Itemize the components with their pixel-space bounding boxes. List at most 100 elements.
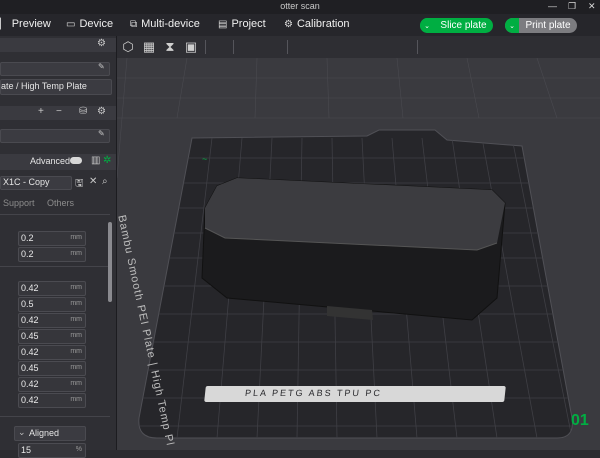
toolbar-divider-2	[233, 40, 234, 54]
3d-model[interactable]	[201, 177, 506, 321]
tab-preview-label: Preview	[11, 18, 51, 30]
tab-multi-device-label: Multi-device	[141, 18, 200, 30]
line-width-value-6: 0.45	[21, 363, 39, 373]
filament-section-header: + − ⛁ ⚙	[0, 106, 116, 120]
grid-icon[interactable]: ▦	[141, 39, 157, 55]
line-width-unit-5: mm	[70, 348, 82, 355]
line-width-value-3: 0.42	[21, 315, 39, 325]
process-section-header: Advanced ▥ ✲	[0, 154, 116, 170]
3d-viewport[interactable]: ⬡ ▦ ⧗ ▣ ~ Bambu Smooth PEI Plate | High …	[117, 36, 600, 450]
tab-project[interactable]: ▤ Project	[218, 18, 266, 30]
line-width-unit-2: mm	[70, 300, 82, 307]
preset-row: X1C - Copy 🖫 ✕ ⌕	[0, 176, 116, 190]
line-width-field-2[interactable]: 0.5 mm	[18, 297, 86, 312]
printer-section-header: ⚙	[0, 38, 116, 52]
arrange-icon[interactable]: ▣	[183, 39, 199, 55]
line-width-field-1[interactable]: 0.42 mm	[18, 281, 86, 296]
tab-device-label: Device	[79, 18, 114, 30]
window-title: otter scan	[280, 1, 320, 11]
print-dropdown-icon[interactable]: ⌄	[505, 18, 519, 33]
filament-settings-icon[interactable]: ⛁	[79, 106, 87, 117]
line-width-unit-6: mm	[70, 364, 82, 371]
sidebar-scrollbar[interactable]	[108, 222, 112, 302]
slice-plate-label: Slice plate	[440, 20, 487, 31]
preview-icon: ▏	[0, 18, 8, 30]
print-plate-button[interactable]: ⌄ Print plate	[505, 18, 577, 33]
section-divider	[0, 266, 110, 267]
edit-icon[interactable]: ✎	[98, 62, 105, 71]
search-icon[interactable]: ⌕	[102, 176, 108, 187]
calibration-icon: ⚙	[284, 18, 293, 30]
line-width-unit-4: mm	[70, 332, 82, 339]
remove-icon[interactable]: −	[56, 106, 62, 117]
tab-preview[interactable]: ▏ Preview	[0, 18, 51, 30]
save-icon[interactable]: 🖫	[75, 176, 84, 193]
initial-layer-height-field[interactable]: 0.2 mm	[18, 247, 86, 262]
slice-dropdown-icon[interactable]: ⌄	[420, 18, 434, 33]
line-width-field-7[interactable]: 0.42 mm	[18, 377, 86, 392]
minimize-icon[interactable]: —	[548, 1, 557, 11]
line-width-value-8: 0.42	[21, 395, 39, 405]
infill-density-field[interactable]: 15%	[18, 443, 86, 458]
close-preset-icon[interactable]: ✕	[89, 176, 97, 187]
plate-type-select[interactable]: ate / High Temp Plate	[0, 79, 112, 95]
viewport-toolbar: ⬡ ▦ ⧗ ▣	[117, 36, 600, 58]
tab-calibration[interactable]: ⚙ Calibration	[284, 18, 350, 30]
compare-icon[interactable]: ▥	[91, 155, 100, 166]
print-plate-label: Print plate	[525, 20, 571, 31]
project-icon: ▤	[218, 18, 228, 30]
tab-support[interactable]: Support	[3, 198, 35, 208]
layer-height-field[interactable]: 0.2 mm	[18, 231, 86, 246]
initial-layer-height-value: 0.2	[21, 249, 34, 259]
line-width-value-5: 0.42	[21, 347, 39, 357]
filament-select[interactable]: ✎	[0, 129, 110, 143]
add-cube-icon[interactable]: ⬡	[120, 39, 136, 55]
line-width-unit-3: mm	[70, 316, 82, 323]
close-icon[interactable]: ✕	[588, 1, 596, 12]
seam-position-select[interactable]: ⌄ Aligned	[14, 426, 86, 441]
line-width-value-1: 0.42	[21, 283, 39, 293]
tab-device[interactable]: ▭ Device	[66, 18, 113, 30]
line-width-unit-1: mm	[70, 284, 82, 291]
section-divider-2	[0, 416, 110, 417]
layer-height-value: 0.2	[21, 233, 34, 243]
toolbar-divider-3	[287, 40, 288, 54]
tab-calibration-label: Calibration	[296, 18, 350, 30]
toolbar-divider	[205, 40, 206, 54]
advanced-label: Advanced	[30, 156, 71, 166]
preset-select[interactable]: X1C - Copy	[0, 176, 72, 190]
plate-number: 01	[571, 412, 589, 429]
process-tabs: Support Others	[0, 198, 116, 210]
tab-project-label: Project	[231, 18, 266, 30]
line-width-unit-8: mm	[70, 396, 82, 403]
line-width-field-8[interactable]: 0.42 mm	[18, 393, 86, 408]
settings-sidebar: ⚙ ✎ ate / High Temp Plate + − ⛁ ⚙ ✎ Adva…	[0, 36, 117, 458]
preset-name: X1C - Copy	[3, 177, 50, 187]
printer-select[interactable]: ✎	[0, 62, 110, 76]
title-bar: otter scan — ❐ ✕	[0, 0, 600, 14]
gear-icon[interactable]: ⚙	[97, 38, 106, 49]
line-width-field-6[interactable]: 0.45 mm	[18, 361, 86, 376]
toolbar-divider-4	[417, 40, 418, 54]
line-width-unit-7: mm	[70, 380, 82, 387]
filament-edit-icon[interactable]: ✎	[98, 129, 105, 138]
plate-bottom-strip: PLA PETG ABS TPU PC	[204, 386, 506, 402]
auto-orient-icon[interactable]: ⧗	[162, 39, 178, 55]
restore-icon[interactable]: ❐	[568, 1, 576, 12]
line-width-field-4[interactable]: 0.45 mm	[18, 329, 86, 344]
layer-height-unit: mm	[70, 234, 82, 241]
tab-multi-device[interactable]: ⧉ Multi-device	[130, 18, 200, 30]
plate-type-value: ate / High Temp Plate	[1, 81, 87, 91]
filament-gear-icon[interactable]: ⚙	[97, 106, 106, 117]
line-width-value-4: 0.45	[21, 331, 39, 341]
line-width-field-5[interactable]: 0.42 mm	[18, 345, 86, 360]
origin-marker: ~	[202, 154, 207, 164]
line-width-value-7: 0.42	[21, 379, 39, 389]
tab-others[interactable]: Others	[47, 198, 74, 208]
slice-plate-button[interactable]: ⌄ Slice plate	[420, 18, 493, 33]
process-settings-icon[interactable]: ✲	[103, 155, 111, 166]
add-icon[interactable]: +	[38, 106, 44, 117]
advanced-toggle[interactable]	[70, 157, 82, 164]
line-width-field-3[interactable]: 0.42 mm	[18, 313, 86, 328]
chevron-down-icon: ⌄	[18, 427, 26, 437]
